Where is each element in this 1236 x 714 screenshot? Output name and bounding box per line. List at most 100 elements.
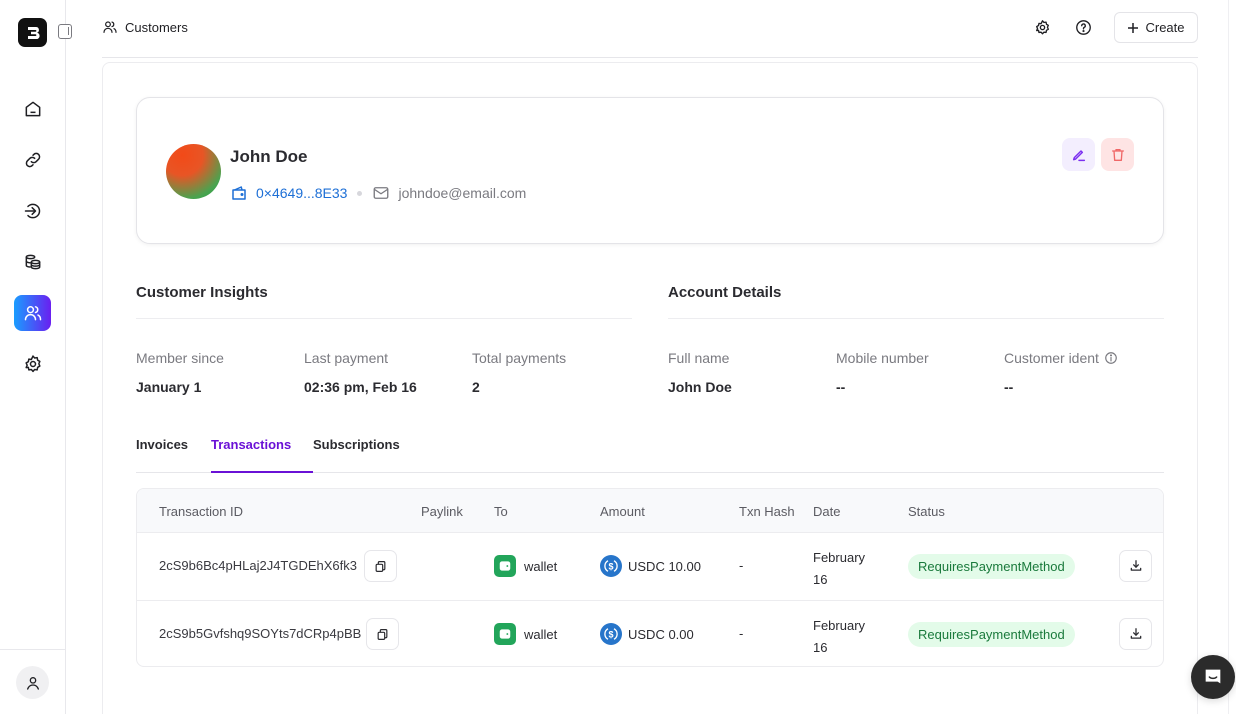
column-header-amount: Amount xyxy=(600,504,645,519)
stat-label: Customer ident xyxy=(1004,350,1118,366)
sidebar-item-home[interactable] xyxy=(14,91,51,127)
insights-divider xyxy=(136,318,632,319)
trash-icon xyxy=(1111,148,1124,161)
topbar: Customers Create xyxy=(66,0,1236,58)
stat-member-since: Member since January 1 xyxy=(136,350,224,395)
transactions-table: Transaction ID Paylink To Amount Txn Has… xyxy=(136,488,1164,667)
sidebar-toggle-icon[interactable] xyxy=(58,24,72,39)
table-row[interactable]: 2cS9b6Bc4pHLaj2J4TGDEhX6fk3 wallet $ USD… xyxy=(137,533,1163,600)
brand-logo-icon[interactable] xyxy=(18,18,47,47)
wallet-icon xyxy=(494,555,516,577)
date-day: 16 xyxy=(813,572,828,587)
stat-label: Last payment xyxy=(304,350,389,366)
info-icon[interactable] xyxy=(1104,351,1118,365)
stat-full-name: Full name John Doe xyxy=(668,350,732,395)
download-button[interactable] xyxy=(1119,618,1152,650)
create-button[interactable]: Create xyxy=(1114,12,1198,43)
stat-label: Mobile number xyxy=(836,350,929,366)
arrow-in-circle-icon xyxy=(24,203,40,219)
to-label: wallet xyxy=(524,558,558,574)
column-header-transaction-id: Transaction ID xyxy=(159,504,244,519)
amount-value: USDC 10.00 xyxy=(628,558,701,574)
user-menu-button[interactable] xyxy=(16,666,49,699)
customer-name: John Doe xyxy=(230,147,308,166)
sidebar-item-customers[interactable] xyxy=(14,295,51,331)
stat-value: -- xyxy=(1004,379,1014,395)
stat-value: January 1 xyxy=(136,379,202,395)
stat-total-payments: Total payments 2 xyxy=(472,350,566,395)
to-cell: wallet xyxy=(494,555,557,577)
gear-icon xyxy=(24,355,41,373)
date-cell: February 16 xyxy=(813,615,865,659)
stat-customer-ident: Customer ident -- xyxy=(1004,350,1118,395)
status-badge: RequiresPaymentMethod xyxy=(908,622,1075,647)
account-divider xyxy=(668,318,1164,319)
separator-dot xyxy=(357,190,363,196)
gear-icon xyxy=(1035,19,1049,34)
copy-transaction-id-button[interactable] xyxy=(364,550,397,582)
column-header-to: To xyxy=(494,504,508,519)
scrollbar-track[interactable] xyxy=(1228,0,1236,714)
mail-icon xyxy=(374,187,389,199)
download-icon xyxy=(1130,560,1141,571)
amount-cell: $ USDC 10.00 xyxy=(600,555,701,577)
svg-text:$: $ xyxy=(608,561,613,571)
txn-hash: - xyxy=(739,626,744,641)
sidebar-item-payments[interactable] xyxy=(14,193,51,229)
usdc-icon: $ xyxy=(600,623,622,645)
account-details-title: Account Details xyxy=(668,284,782,301)
tab-transactions[interactable]: Transactions xyxy=(211,436,313,473)
column-header-status: Status xyxy=(908,504,945,519)
column-header-txn-hash: Txn Hash xyxy=(739,504,795,519)
date-cell: February 16 xyxy=(813,547,865,591)
topbar-divider xyxy=(102,57,1198,58)
transaction-id: 2cS9b6Bc4pHLaj2J4TGDEhX6fk3 xyxy=(159,558,358,573)
svg-text:$: $ xyxy=(608,629,613,639)
stat-label: Total payments xyxy=(472,350,567,366)
create-button-label: Create xyxy=(1145,20,1185,35)
users-icon xyxy=(103,21,117,33)
customer-email: johndoe@email.com xyxy=(398,185,527,201)
tab-invoices[interactable]: Invoices xyxy=(136,436,188,473)
download-button[interactable] xyxy=(1119,550,1152,582)
stat-label-text: Customer ident xyxy=(1004,350,1099,366)
stat-last-payment: Last payment 02:36 pm, Feb 16 xyxy=(304,350,417,395)
table-row[interactable]: 2cS9b5Gvfshq9SOYts7dCRp4pBB wallet $ USD… xyxy=(137,600,1163,666)
page-title: Customers xyxy=(125,19,188,35)
sidebar-item-ledger[interactable] xyxy=(14,244,51,280)
sidebar-item-paylinks[interactable] xyxy=(14,142,51,178)
customer-avatar xyxy=(166,144,221,199)
amount-cell: $ USDC 0.00 xyxy=(600,623,694,645)
stat-value: 02:36 pm, Feb 16 xyxy=(304,379,417,395)
date-month: February xyxy=(813,550,866,565)
delete-customer-button[interactable] xyxy=(1101,138,1134,171)
wallet-address-link[interactable]: 0×4649...8E33 xyxy=(256,185,347,201)
txn-hash: - xyxy=(739,558,744,573)
customer-profile-card: John Doe 0×4649...8E33 johndoe@email.com xyxy=(136,97,1164,244)
sidebar-item-settings[interactable] xyxy=(14,346,51,382)
stat-value: 2 xyxy=(472,379,480,395)
status-badge: RequiresPaymentMethod xyxy=(908,554,1075,579)
question-circle-icon xyxy=(1075,19,1091,35)
settings-button[interactable] xyxy=(1032,17,1052,37)
copy-transaction-id-button[interactable] xyxy=(366,618,399,650)
user-icon xyxy=(26,676,39,690)
breadcrumb: Customers xyxy=(102,19,188,35)
link-icon xyxy=(25,152,40,168)
stat-value: -- xyxy=(836,379,846,395)
date-month: February xyxy=(813,618,866,633)
users-icon xyxy=(24,306,41,321)
column-header-date: Date xyxy=(813,504,841,519)
customer-insights-title: Customer Insights xyxy=(136,284,268,301)
help-button[interactable] xyxy=(1073,17,1093,37)
download-icon xyxy=(1130,628,1141,639)
edit-customer-button[interactable] xyxy=(1062,138,1095,171)
stat-value: John Doe xyxy=(668,379,732,395)
customer-tabs: Invoices Transactions Subscriptions xyxy=(136,436,1164,473)
pencil-icon xyxy=(1072,149,1085,161)
to-label: wallet xyxy=(524,626,558,642)
chat-launcher-button[interactable] xyxy=(1191,655,1235,699)
usdc-icon: $ xyxy=(600,555,622,577)
home-icon xyxy=(25,101,40,117)
tab-subscriptions[interactable]: Subscriptions xyxy=(313,436,400,473)
